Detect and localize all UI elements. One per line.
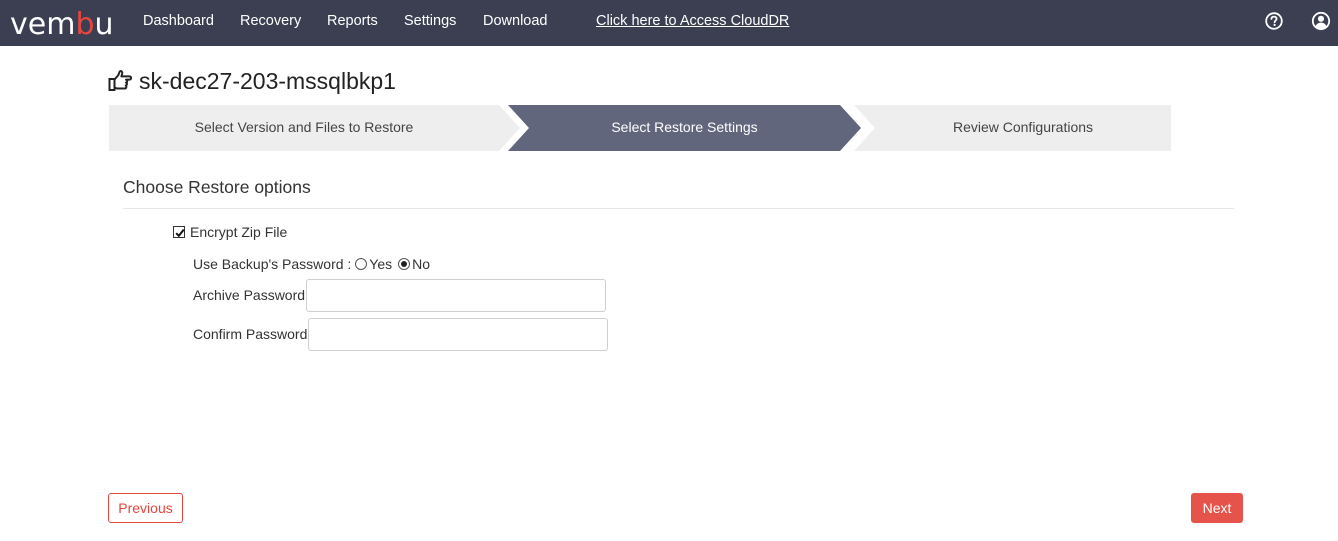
radio-yes[interactable] (355, 258, 368, 270)
previous-button[interactable]: Previous (108, 493, 183, 523)
use-backup-password-row: Use Backup's Password : Yes No (193, 255, 432, 273)
clouddr-link[interactable]: Click here to Access CloudDR (596, 0, 789, 42)
archive-password-input[interactable] (306, 279, 606, 312)
archive-password-label: Archive Password (193, 287, 306, 303)
radio-no-label: No (412, 256, 431, 272)
radio-yes-label: Yes (369, 256, 393, 272)
step-select-version[interactable]: Select Version and Files to Restore (109, 105, 499, 151)
restore-stepper: Select Version and Files to Restore Sele… (109, 105, 1171, 151)
user-circle-icon[interactable] (1311, 11, 1331, 31)
radio-no[interactable] (398, 258, 411, 270)
nav-recovery[interactable]: Recovery (240, 0, 301, 42)
section-title: Choose Restore options (123, 177, 311, 197)
logo-text-part: u (94, 7, 114, 42)
question-circle-icon[interactable] (1264, 11, 1284, 31)
confirm-password-input[interactable] (308, 318, 608, 351)
confirm-password-label: Confirm Password (193, 326, 308, 342)
step-review-configurations[interactable]: Review Configurations (875, 105, 1171, 151)
vembu-logo[interactable]: vembu (10, 4, 114, 40)
encrypt-zip-checkbox[interactable] (173, 226, 185, 238)
nav-reports[interactable]: Reports (327, 0, 378, 42)
page-title: sk-dec27-203-mssqlbkp1 (139, 67, 396, 94)
logo-text-part: vem (10, 7, 76, 42)
encrypt-zip-row: Encrypt Zip File (173, 223, 287, 241)
nav-settings[interactable]: Settings (404, 0, 456, 42)
step-select-restore-settings[interactable]: Select Restore Settings (529, 105, 840, 151)
nav-dashboard[interactable]: Dashboard (143, 0, 214, 42)
nav-download[interactable]: Download (483, 0, 548, 42)
hand-pointing-right-icon (108, 70, 133, 91)
next-button[interactable]: Next (1191, 493, 1243, 523)
use-backup-password-label: Use Backup's Password : (193, 256, 352, 272)
top-navbar: vembu Dashboard Recovery Reports Setting… (0, 0, 1338, 46)
page-title-row: sk-dec27-203-mssqlbkp1 (107, 66, 396, 96)
section-divider (123, 208, 1234, 209)
logo-text-accent: b (75, 7, 95, 42)
checkmark-icon (175, 228, 185, 238)
encrypt-zip-label: Encrypt Zip File (190, 224, 288, 240)
